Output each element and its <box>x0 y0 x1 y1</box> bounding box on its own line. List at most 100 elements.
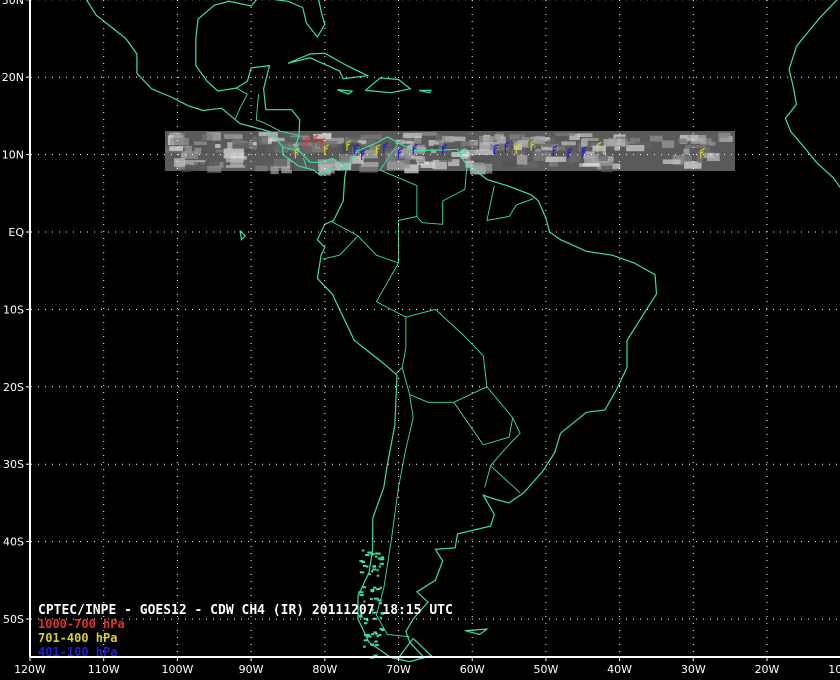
fjord-island <box>370 570 374 573</box>
cloud-patch <box>561 141 576 146</box>
cloud-patch <box>215 143 221 148</box>
country-border <box>416 166 468 225</box>
lat-label: 20N <box>2 71 24 84</box>
cloud-patch <box>554 132 575 137</box>
fjord-island <box>377 557 380 560</box>
cloud-patch <box>545 156 567 163</box>
country-border <box>453 386 514 446</box>
cloud-patch <box>582 163 600 167</box>
cloud-patch <box>302 146 313 154</box>
cloud-patch <box>165 153 172 160</box>
cloud-patch <box>289 137 303 141</box>
lat-label: 30N <box>2 0 24 7</box>
lat-label: EQ <box>8 226 24 239</box>
fjord-island <box>375 644 379 647</box>
fjord-island <box>364 622 368 625</box>
cloud-patch <box>569 153 581 163</box>
fjord-island <box>374 640 378 643</box>
coastline <box>239 230 247 241</box>
cloud-patch <box>415 156 426 163</box>
cloud-patch <box>318 165 331 176</box>
lat-label: 30S <box>3 458 24 471</box>
cloud-patch <box>421 132 437 136</box>
cloud-patch <box>321 132 332 137</box>
fjord-island <box>372 568 377 571</box>
cloud-patch <box>402 132 422 138</box>
fjord-island <box>375 552 378 555</box>
country-border <box>375 394 414 638</box>
country-border <box>484 465 492 488</box>
fjord-island <box>361 549 365 552</box>
fjord-island <box>367 551 373 554</box>
cloud-patch <box>256 135 269 146</box>
fjord-island <box>370 588 375 591</box>
country-border <box>489 417 521 494</box>
fjord-island <box>376 569 379 572</box>
fjord-island <box>379 562 384 565</box>
fjord-island <box>379 558 385 561</box>
cloud-patch <box>697 157 703 163</box>
lon-label: 120W <box>14 663 46 676</box>
lon-label: 80W <box>312 663 337 676</box>
cloud-patch <box>172 133 185 142</box>
cloud-patch <box>361 161 379 167</box>
cloud-patch <box>173 158 186 167</box>
fjord-island <box>363 634 367 637</box>
country-border <box>401 308 488 403</box>
fjord-island <box>365 554 370 557</box>
legend-mid-level: 701-400 hPa <box>38 631 118 645</box>
fjord-island <box>358 591 364 594</box>
fjord-island <box>362 586 367 589</box>
lon-label: 40W <box>607 663 632 676</box>
cloud-patch <box>581 137 599 141</box>
cloud-patch <box>224 134 243 139</box>
cloud-patch <box>197 161 220 166</box>
lon-label: 20W <box>755 663 780 676</box>
cloud-patch <box>626 144 645 152</box>
cloud-patch <box>441 135 454 143</box>
cloud-patch <box>369 146 376 152</box>
fjord-island <box>373 597 379 600</box>
cloud-patch <box>718 132 731 143</box>
satellite-wind-map: 30N 20N 10N EQ 10S 20S 30S 40S 50S 120W 110W 100W 90… <box>2 0 840 676</box>
country-border <box>234 87 249 120</box>
fjord-island <box>359 571 365 574</box>
cloud-patch <box>685 145 707 149</box>
cloud-patch <box>489 136 501 142</box>
lon-label: 30W <box>681 663 706 676</box>
fjord-island <box>362 564 367 567</box>
cloud-patch <box>677 138 687 143</box>
ir-imagery-strip <box>165 131 735 176</box>
cloud-patch <box>435 134 442 142</box>
map-frame <box>29 0 840 658</box>
fjord-island <box>376 635 379 638</box>
fjord-island <box>373 586 377 589</box>
coastline <box>287 52 370 80</box>
cloud-patch <box>255 165 269 172</box>
cloud-patch <box>603 138 626 147</box>
fjord-island <box>362 645 366 648</box>
cloud-patch <box>225 158 244 163</box>
lat-label: 50S <box>3 613 24 626</box>
lon-label: 70W <box>386 663 411 676</box>
fjord-island <box>370 643 375 646</box>
fjord-island <box>378 565 382 568</box>
fjord-island <box>375 632 378 635</box>
fjord-island <box>369 597 373 600</box>
cloud-patch <box>662 159 681 165</box>
cloud-patch <box>289 162 294 171</box>
fjord-island <box>366 633 370 636</box>
lat-label: 10N <box>2 149 24 162</box>
cloud-patch <box>709 141 716 146</box>
cloud-patch <box>207 165 222 173</box>
fjord-island <box>380 628 385 631</box>
lon-label: 60W <box>460 663 485 676</box>
coastline <box>337 89 354 95</box>
country-border <box>375 262 407 374</box>
lon-label: 50W <box>533 663 558 676</box>
coastline <box>195 0 658 663</box>
axis-labels: 30N 20N 10N EQ 10S 20S 30S 40S 50S 120W 110W 100W 90… <box>2 0 840 676</box>
cloud-patch <box>535 148 541 152</box>
fjord-island <box>380 556 384 559</box>
lon-label: 90W <box>239 663 264 676</box>
